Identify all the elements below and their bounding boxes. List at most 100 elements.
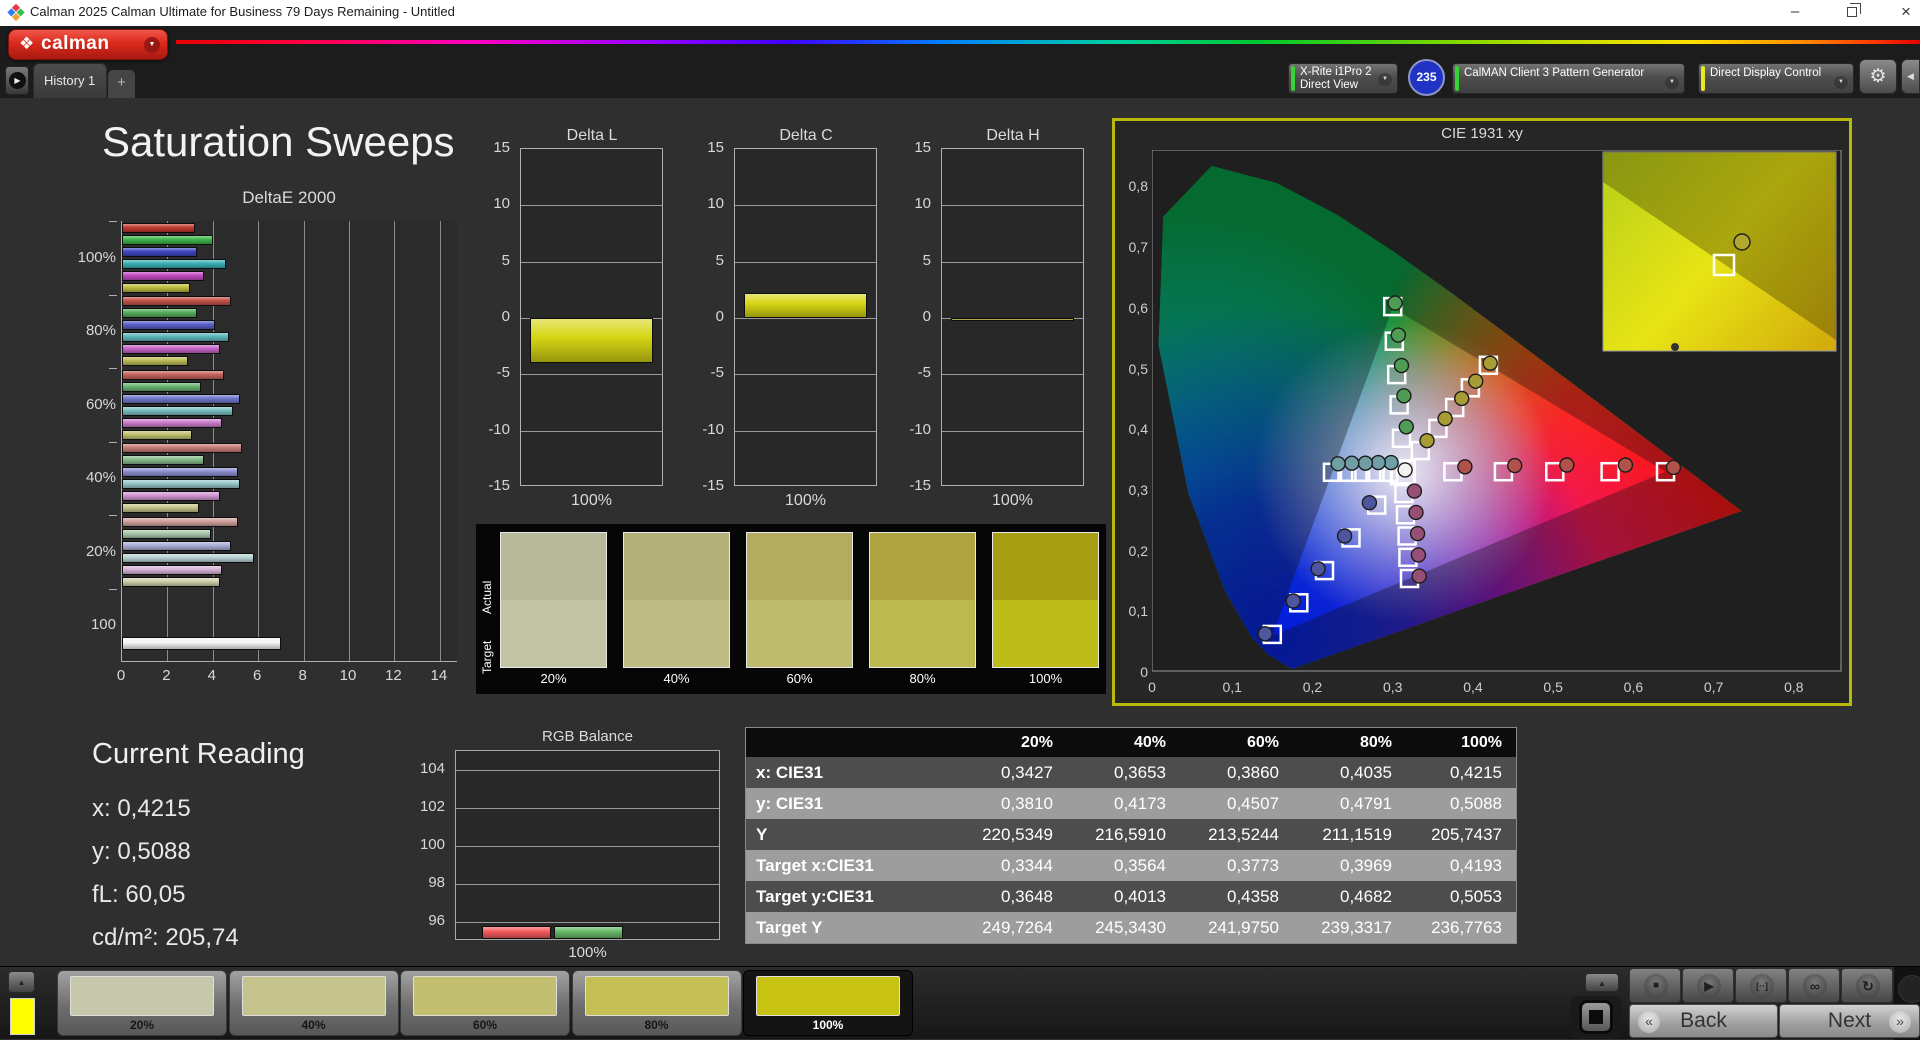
play-button[interactable]: ▶ [1682,968,1734,1003]
delta-h-y-axis: 15 10 5 0 -5 -10 -15 [897,139,937,494]
green-measured-marker [1398,419,1415,435]
table-value: 0,5088 [1450,794,1502,813]
row-label: Target y:CIE31 [756,887,874,906]
red-measured-marker [1665,459,1682,476]
yellow-measured-marker [1437,411,1453,427]
deltae-bar [122,417,222,428]
delta-c-chart [734,148,877,486]
deltae-bar [122,429,193,440]
green-measured-marker [1390,327,1407,343]
row-label: y: CIE31 [756,794,824,813]
restore-icon [1847,3,1861,17]
x-tick-label: 12 [385,667,402,684]
pattern-swatch [413,976,557,1016]
deltae-bar [122,258,227,269]
chevron-down-icon: ▼ [144,37,160,53]
y-tick-label: 98 [428,874,445,891]
actual-target-swatch-panel: Actual Target 20% 40% 60% 80% 100% [476,524,1106,694]
next-button[interactable]: Next » [1779,1004,1920,1038]
back-button[interactable]: « Back [1629,1004,1778,1038]
collapse-panel-button[interactable]: ◀ [1901,59,1920,94]
pattern-button-100%[interactable]: 100% [743,970,913,1036]
restore-button[interactable] [1831,0,1875,25]
deltae-group-labels: 100% 80% 60% 40% 20% 100 [58,221,117,662]
gridline [735,430,876,432]
x-tick-label: 8 [298,667,307,684]
table-row: Y 220,5349 216,5910 213,5244 211,1519 205,743… [746,819,1516,850]
y-tick-label: 0,4 [1128,421,1148,438]
pattern-button-20%[interactable]: 20% [57,970,227,1036]
x-tick-label: 2 [162,667,171,684]
yellow-measured-marker [1482,355,1498,371]
transport-scroll-up-button[interactable]: ▲ [1585,973,1619,992]
swatch-label: 40% [663,671,690,686]
refresh-button[interactable]: ↻ [1841,968,1893,1003]
add-tab-button[interactable]: + [108,70,135,98]
y-tick-label: 5 [501,251,510,269]
deltae-bar [122,455,204,466]
y-tick-label: 10 [493,195,510,213]
blue-measured-marker [1285,593,1301,609]
meter-status-indicator [1291,66,1295,91]
chevron-down-icon: ▼ [1665,76,1679,89]
calman-menu-button[interactable]: ❖ calman ▼ [8,29,168,60]
close-button[interactable]: × [1884,0,1920,25]
x-tick-label: 0,3 [1382,679,1403,695]
deltae-bar [122,296,231,307]
gridline [303,221,305,661]
table-value: 0,4173 [1114,794,1166,813]
y-tick-label: 10 [707,195,724,213]
y-tick-label: 102 [419,798,445,815]
pattern-button-60%[interactable]: 60% [400,970,570,1036]
table-value: 0,5053 [1450,887,1502,906]
minimize-button[interactable]: – [1773,0,1817,25]
gear-icon[interactable]: ⚙ [1859,59,1897,94]
red-measured-marker [1507,457,1523,474]
y-tick-label: 0,7 [1128,239,1148,256]
pattern-scroll-up-button[interactable]: ▲ [8,971,35,993]
yellow-measured-marker [1454,390,1470,407]
cyan-measured-marker [1344,455,1360,471]
table-value: 0,4791 [1340,794,1392,813]
green-balance-bar [554,925,623,939]
y-tick-label: -15 [909,477,931,494]
table-row: Target y:CIE31 0,3648 0,4013 0,4358 0,4682 0,… [746,881,1516,912]
rgb-balance-x-label: 100% [568,944,607,961]
x-tick-label: 0,5 [1543,679,1563,695]
gridline [735,318,876,319]
gridline [942,205,1083,207]
window-title: Calman 2025 Calman Ultimate for Business… [30,4,455,19]
pattern-swatch [241,976,386,1016]
meter-dropdown[interactable]: X-Rite i1Pro 2 Direct View ▼ [1288,63,1398,94]
delta-l-chart [520,148,663,486]
source-dropdown[interactable]: CalMAN Client 3 Pattern Generator ▼ [1452,63,1685,94]
swatch-pair [623,532,730,668]
tab-scroll-button[interactable]: ▶ [5,66,29,95]
single-measure-button[interactable]: [··] [1735,968,1787,1003]
tab-history-1[interactable]: History 1 [33,63,107,98]
cyan-measured-marker [1357,455,1374,471]
blue-measured-marker [1310,561,1326,577]
gridline [349,221,351,661]
pattern-window-button[interactable] [1571,996,1621,1038]
y-tick-label: 100 [419,836,445,853]
gridline [394,221,396,661]
y-tick-label: 15 [914,139,931,156]
delta-c-x-label: 100% [785,492,826,509]
table-value: 239,3317 [1321,918,1392,937]
pattern-button-40%[interactable]: 40% [228,970,399,1036]
gridline [258,221,260,661]
continuous-measure-button[interactable]: ∞ [1788,968,1840,1003]
pattern-button-80%[interactable]: 80% [571,970,742,1036]
row-label: Y [756,825,768,844]
display-control-dropdown[interactable]: Direct Display Control ▼ [1698,63,1854,94]
pattern-swatch [584,976,729,1016]
play-icon: ▶ [1697,974,1721,998]
x-tick-label: 6 [253,667,262,684]
y-tick-label: 10 [914,195,931,213]
swatch-pair [869,532,976,668]
table-row: x: CIE31 0,3427 0,3653 0,3860 0,4035 0,4215 [746,757,1516,788]
meter-count-badge[interactable]: 235 [1408,59,1445,96]
y-tick-label: 0 [922,308,931,325]
stop-button[interactable]: ■ [1629,968,1681,1003]
